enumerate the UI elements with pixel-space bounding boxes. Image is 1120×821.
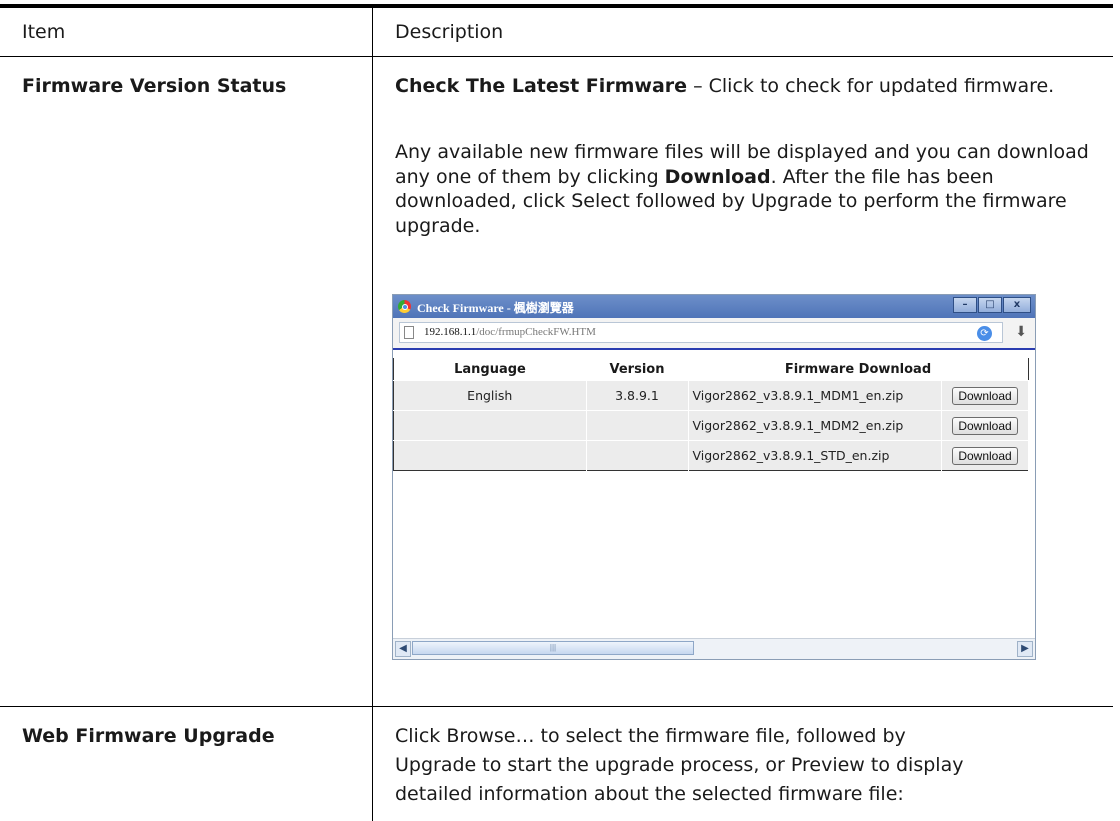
table-row: English 3.8.9.1 Vigor2862_v3.8.9.1_MDM1_… [393,380,1029,411]
row-description-paragraph-1: Check The Latest Firmware – Click to che… [395,74,1095,99]
header-description: Description [395,21,504,43]
header-divider [0,56,1113,57]
cell-version: 3.8.9.1 [586,380,689,411]
cell-file: Vigor2862_v3.8.9.1_MDM2_en.zip [688,410,942,441]
page-icon [404,326,414,339]
maximize-icon[interactable]: □ [978,297,1002,313]
cell-file: Vigor2862_v3.8.9.1_STD_en.zip [688,440,942,471]
address-url: 192.168.1.1/doc/frmupCheckFW.HTM [424,323,596,342]
table-top-border [0,4,1113,8]
col-language: Language [393,358,586,381]
address-host: 192.168.1.1 [424,326,477,338]
address-path: /doc/frmupCheckFW.HTM [476,326,596,338]
cell-language: English [393,380,587,411]
browser-icon [398,300,411,313]
cell-version [586,440,689,471]
firmware-table: Language Version Firmware Download Engli… [393,358,1029,471]
window-titlebar: Check Firmware - 楓樹瀏覽器 – □ x [393,295,1035,318]
row-description-line-1: Click Browse… to select the firmware fil… [395,725,906,747]
address-bar: 192.168.1.1/doc/frmupCheckFW.HTM ⟳ ⬇ [393,318,1035,348]
row-item-firmware-version-status: Firmware Version Status [22,75,287,97]
row-item-web-firmware-upgrade: Web Firmware Upgrade [22,725,275,747]
download-button[interactable]: Download [952,416,1018,435]
document-table: Item Description Firmware Version Status… [0,0,1120,821]
cell-version [586,410,689,441]
download-button[interactable]: Download [952,446,1018,465]
page-content: Language Version Firmware Download Engli… [393,348,1035,639]
blue-rule [393,348,1035,350]
scroll-right-icon[interactable]: ▶ [1017,641,1033,657]
check-latest-firmware-text: – Click to check for updated firmware. [687,75,1055,97]
row-description-paragraph-2: Any available new firmware files will be… [395,140,1095,239]
download-button[interactable]: Download [952,386,1018,405]
address-field[interactable]: 192.168.1.1/doc/frmupCheckFW.HTM ⟳ [399,322,1003,343]
row-description-line-3: detailed information about the selected … [395,783,904,805]
cell-file: Vigor2862_v3.8.9.1_MDM1_en.zip [688,380,942,411]
header-item: Item [22,21,66,43]
cell-language [393,410,587,441]
column-divider [372,4,373,821]
check-latest-firmware-label: Check The Latest Firmware [395,75,688,97]
table-row: Vigor2862_v3.8.9.1_MDM2_en.zip Download [393,410,1029,441]
download-arrow-icon[interactable]: ⬇ [1015,323,1027,340]
close-icon[interactable]: x [1003,297,1031,313]
window-title: Check Firmware - 楓樹瀏覽器 [417,301,574,315]
minimize-icon[interactable]: – [953,297,977,313]
col-firmware-download: Firmware Download [688,358,1029,381]
scroll-thumb[interactable]: ||| [412,641,694,655]
cell-language [393,440,587,471]
row-description-line-2: Upgrade to start the upgrade process, or… [395,754,964,776]
scroll-left-icon[interactable]: ◀ [395,641,411,657]
horizontal-scrollbar[interactable]: ◀ ||| ▶ [393,638,1035,659]
check-firmware-browser-window: Check Firmware - 楓樹瀏覽器 – □ x 192.168.1.1… [392,294,1036,660]
col-version: Version [586,358,688,381]
download-term: Download [664,165,771,188]
table-row: Vigor2862_v3.8.9.1_STD_en.zip Download [393,440,1029,471]
row-divider [0,706,1113,707]
browser-extension-icon[interactable]: ⟳ [977,326,992,341]
